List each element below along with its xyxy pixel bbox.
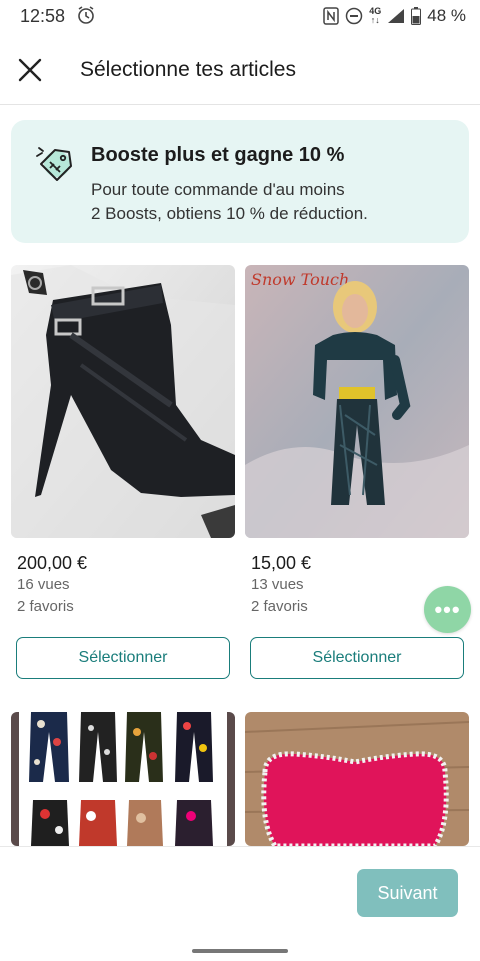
promo-description: Pour toute commande d'au moins 2 Boosts,…	[91, 178, 451, 226]
product-views: 13 vues	[251, 576, 304, 593]
alarm-icon	[78, 6, 94, 24]
page-title: Sélectionne tes articles	[80, 58, 296, 81]
product-image-heart[interactable]	[245, 712, 469, 846]
nfc-icon	[323, 7, 339, 25]
select-button[interactable]: Sélectionner	[250, 637, 464, 679]
status-bar: 12:58 4G ↑↓ 48 %	[0, 0, 480, 34]
battery-icon	[411, 7, 422, 25]
next-button[interactable]: Suivant	[357, 869, 458, 917]
battery-level: 48 %	[427, 6, 466, 25]
boost-promo-banner: Booste plus et gagne 10 % Pour toute com…	[11, 120, 469, 243]
product-price: 15,00 €	[251, 553, 312, 573]
product-image-pants[interactable]	[11, 712, 235, 846]
product-views: 16 vues	[17, 576, 70, 593]
more-dots-icon[interactable]: •••	[424, 586, 471, 633]
promo-line-1: Pour toute commande d'au moins	[91, 180, 345, 199]
product-favorites: 2 favoris	[17, 598, 74, 615]
promo-line-2: 2 Boosts, obtiens 10 % de réduction.	[91, 204, 368, 223]
home-indicator[interactable]	[192, 949, 288, 953]
signal-icon	[388, 9, 405, 23]
status-time: 12:58	[20, 6, 66, 26]
product-price: 200,00 €	[17, 553, 88, 573]
product-favorites: 2 favoris	[251, 598, 308, 615]
product-image-boot[interactable]	[11, 265, 235, 538]
network-type: 4G ↑↓	[369, 6, 382, 25]
close-icon[interactable]	[14, 54, 46, 86]
dnd-icon	[345, 7, 363, 25]
boost-tag-icon	[36, 147, 72, 181]
app-header: Sélectionne tes articles	[0, 38, 480, 105]
promo-title: Booste plus et gagne 10 %	[91, 144, 345, 166]
product-card-4	[245, 712, 469, 846]
status-icons: 4G ↑↓ 48 %	[323, 6, 466, 26]
select-button[interactable]: Sélectionner	[16, 637, 230, 679]
bottom-action-bar: Suivant	[0, 846, 480, 961]
product-image-outfit[interactable]: Snow Touch	[245, 265, 469, 538]
product-card-3	[11, 712, 235, 846]
brand-watermark: Snow Touch	[251, 270, 349, 289]
